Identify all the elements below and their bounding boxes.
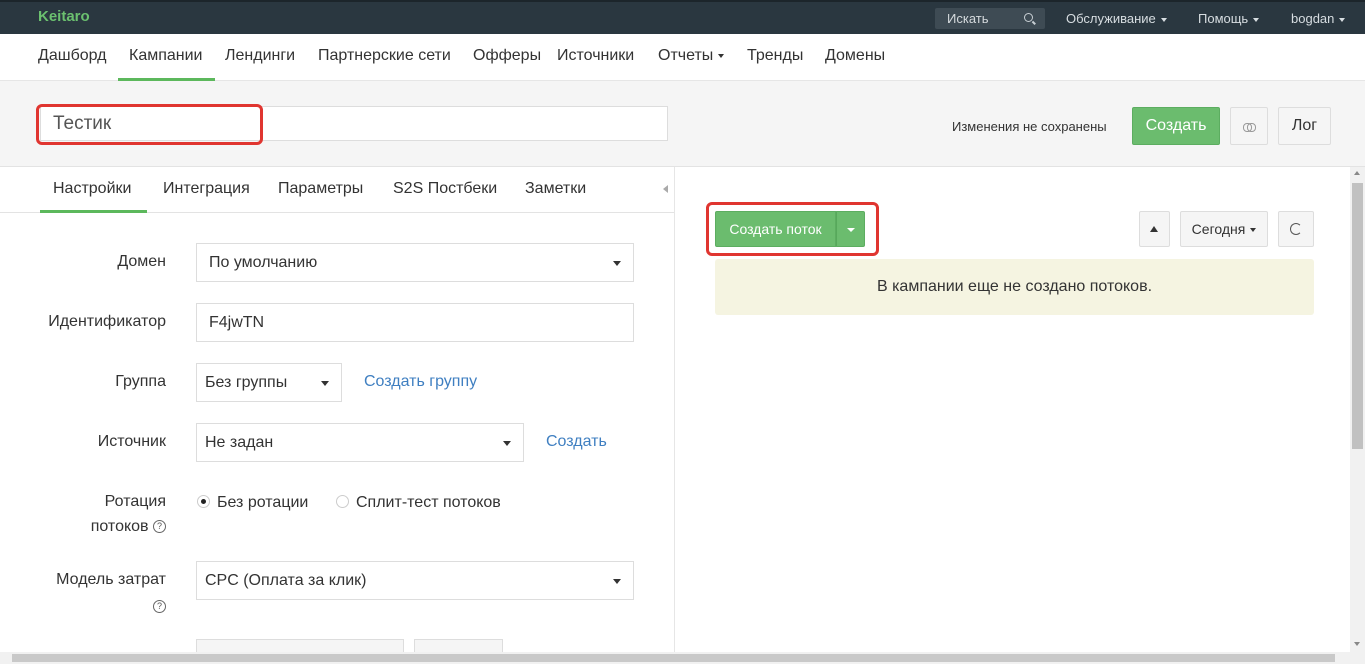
vertical-scrollbar[interactable]: [1350, 167, 1365, 652]
source-label: Источник: [97, 433, 166, 450]
nav-item-offers[interactable]: Офферы: [473, 47, 541, 65]
user-menu[interactable]: bogdan: [1291, 11, 1346, 26]
cost-model-label: Модель затрат: [56, 571, 166, 588]
caret-down-icon: [503, 441, 511, 446]
radio-no-rotation[interactable]: [197, 495, 210, 508]
horizontal-scrollbar[interactable]: [0, 652, 1365, 664]
create-stream-dropdown[interactable]: [836, 211, 865, 247]
radio-split-test-label[interactable]: Сплит-тест потоков: [356, 494, 501, 512]
period-select[interactable]: Сегодня: [1180, 211, 1268, 247]
tab-s2s-postbacks[interactable]: S2S Постбеки: [393, 180, 497, 198]
nav-item-campaigns[interactable]: Кампании: [129, 47, 203, 65]
nav-item-sources[interactable]: Источники: [557, 47, 634, 65]
source-select[interactable]: Не задан: [196, 423, 524, 462]
nav-item-landings[interactable]: Лендинги: [225, 47, 295, 65]
caret-down-icon: [613, 579, 621, 584]
radio-no-rotation-label[interactable]: Без ротации: [217, 494, 308, 512]
log-button[interactable]: Лог: [1278, 107, 1331, 145]
identifier-label: Идентификатор: [48, 313, 166, 330]
create-group-link[interactable]: Создать группу: [364, 373, 477, 391]
caret-up-icon: [1150, 226, 1158, 232]
domain-label: Домен: [117, 253, 166, 270]
unsaved-status: Изменения не сохранены: [952, 119, 1107, 134]
caret-down-icon: [1253, 17, 1260, 22]
search-input[interactable]: [935, 8, 1015, 29]
nav-item-affiliate-networks[interactable]: Партнерские сети: [318, 47, 451, 65]
create-source-link[interactable]: Создать: [546, 433, 607, 451]
help-icon[interactable]: ?: [153, 520, 166, 534]
nav-item-trends[interactable]: Тренды: [747, 47, 803, 65]
nav-item-reports[interactable]: Отчеты: [658, 47, 725, 65]
link-button[interactable]: [1230, 107, 1268, 145]
identifier-input[interactable]: F4jwTN: [196, 303, 634, 342]
link-icon: [1243, 123, 1256, 132]
caret-down-icon: [1339, 17, 1346, 22]
scroll-down-icon[interactable]: [1354, 642, 1360, 646]
empty-streams-alert: В кампании еще не создано потоков.: [715, 259, 1314, 315]
caret-down-icon: [321, 381, 329, 386]
search-box[interactable]: [935, 8, 1045, 29]
tab-settings[interactable]: Настройки: [53, 180, 131, 198]
main-nav: Дашборд Кампании Лендинги Партнерские се…: [0, 34, 1365, 81]
domain-select[interactable]: По умолчанию: [196, 243, 634, 282]
create-stream-button[interactable]: Создать поток: [715, 211, 836, 247]
caret-down-icon: [718, 53, 725, 58]
service-menu[interactable]: Обслуживание: [1066, 11, 1167, 26]
caret-down-icon: [613, 261, 621, 266]
radio-split-test[interactable]: [336, 495, 349, 508]
search-icon[interactable]: [1024, 13, 1033, 22]
tab-parameters[interactable]: Параметры: [278, 180, 363, 198]
settings-tabs: Настройки Интеграция Параметры S2S Постб…: [0, 167, 674, 213]
group-label: Группа: [115, 373, 166, 390]
scroll-thumb[interactable]: [12, 654, 1335, 662]
tabs-scroll-left-icon[interactable]: [663, 185, 668, 193]
cost-model-select[interactable]: CPC (Оплата за клик): [196, 561, 634, 600]
refresh-icon: [1290, 223, 1302, 235]
tab-active-indicator: [40, 210, 147, 213]
collapse-button[interactable]: [1139, 211, 1170, 247]
help-icon[interactable]: ?: [153, 600, 166, 614]
rotation-label: Ротация: [104, 493, 166, 510]
caret-down-icon: [1250, 228, 1257, 233]
group-select[interactable]: Без группы: [196, 363, 342, 402]
refresh-button[interactable]: [1278, 211, 1314, 247]
nav-item-dashboard[interactable]: Дашборд: [38, 47, 107, 65]
tab-integration[interactable]: Интеграция: [163, 180, 250, 198]
rotation-label-2: потоков ?: [91, 518, 166, 536]
scroll-thumb[interactable]: [1352, 183, 1363, 449]
nav-item-domains[interactable]: Домены: [825, 47, 885, 65]
campaign-header: Изменения не сохранены Создать Лог: [0, 81, 1365, 167]
help-menu[interactable]: Помощь: [1198, 11, 1260, 26]
caret-down-icon: [847, 228, 855, 232]
scroll-up-icon[interactable]: [1354, 171, 1360, 175]
tab-notes[interactable]: Заметки: [525, 180, 586, 198]
campaign-name-input[interactable]: [40, 106, 668, 141]
create-button[interactable]: Создать: [1132, 107, 1220, 145]
caret-down-icon: [1160, 17, 1167, 22]
top-bar: Keitaro Обслуживание Помощь bogdan: [0, 0, 1365, 34]
brand-logo[interactable]: Keitaro: [38, 8, 90, 25]
